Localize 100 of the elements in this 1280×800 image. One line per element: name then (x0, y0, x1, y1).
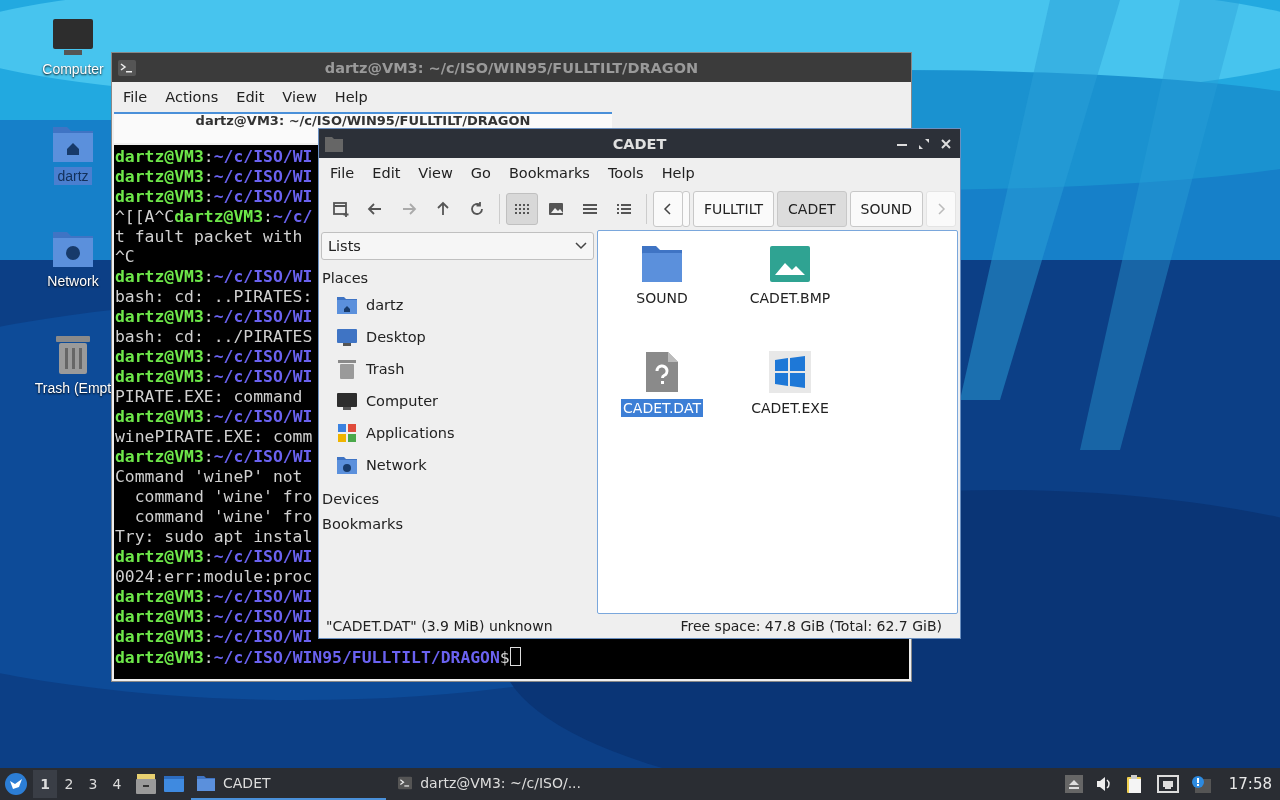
maximize-icon[interactable] (918, 137, 930, 150)
caret-icon (575, 242, 587, 250)
place-item[interactable]: dartz (321, 289, 594, 321)
folder-icon (641, 245, 683, 283)
terminal-line: dartz@VM3:~/c/ISO/WI (115, 447, 313, 467)
place-item[interactable]: Computer (321, 385, 594, 417)
taskbar-button[interactable]: dartz@VM3: ~/c/ISO/... (392, 768, 587, 800)
terminal-line: bash: cd: ..PIRATES: (115, 287, 313, 307)
applications-icon (338, 424, 356, 442)
windows-logo-icon (769, 351, 811, 393)
reload-icon (468, 200, 486, 218)
place-item[interactable]: Trash (321, 353, 594, 385)
thumbnails-view-icon (547, 200, 565, 218)
place-label: dartz (366, 297, 404, 313)
menu-item[interactable]: Edit (363, 165, 410, 181)
file-name[interactable]: CADET.DAT (621, 399, 703, 417)
text-cursor (509, 647, 521, 666)
terminal-line: t fault packet with (115, 227, 303, 247)
close-icon[interactable] (940, 137, 952, 150)
menu-item[interactable]: File (321, 165, 364, 181)
terminal-line: Command 'wineP' not (115, 467, 303, 487)
home-folder-icon (337, 296, 357, 314)
eject-icon[interactable] (1064, 775, 1083, 793)
desktop-icon-label[interactable]: Trash (Empt (31, 379, 115, 397)
desktop-icon-label[interactable]: Network (44, 272, 102, 290)
menu-item[interactable]: Tools (598, 165, 653, 181)
place-label: Trash (366, 361, 405, 377)
place-label: Applications (366, 425, 455, 441)
menu-item[interactable]: File (114, 88, 157, 105)
terminal-line: dartz@VM3:~/c/ISO/WI (115, 267, 313, 287)
network-port-icon[interactable] (1156, 775, 1179, 793)
workspace-button[interactable]: 2 (57, 770, 81, 798)
window-title: dartz@VM3: ~/c/ISO/WIN95/FULLTILT/DRAGON (323, 59, 700, 76)
window-icon[interactable] (163, 774, 185, 794)
terminal-line: ^[[A^Cdartz@VM3:~/c/ (115, 207, 313, 227)
terminal-line: dartz@VM3:~/c/ISO/WI (115, 347, 313, 367)
menu-item[interactable]: Help (325, 88, 377, 105)
terminal-line: dartz@VM3:~/c/ISO/WI (115, 407, 313, 427)
monitor-icon (337, 392, 357, 410)
terminal-line: dartz@VM3:~/c/ISO/WI (115, 307, 313, 327)
terminal-line: dartz@VM3:~/c/ISO/WI (115, 607, 313, 627)
menu-item[interactable]: Actions (156, 88, 228, 105)
section-header[interactable]: Devices (321, 481, 594, 510)
terminal-line: ^C (115, 247, 135, 267)
file-name[interactable]: CADET.BMP (747, 289, 833, 307)
terminal-line: dartz@VM3:~/c/ISO/WI (115, 547, 313, 567)
start-menu-icon[interactable] (5, 773, 27, 795)
monitor-icon (52, 18, 94, 56)
terminal-line: bash: cd: ../PIRATES (115, 327, 313, 347)
file-cabinet-icon[interactable] (135, 773, 157, 795)
place-label: Computer (366, 393, 439, 409)
monitor-icon (337, 328, 357, 346)
path-button[interactable]: SOUND (849, 191, 923, 227)
terminal-line: Try: sudo apt instal (115, 527, 313, 547)
terminal-line: dartz@VM3:~/c/ISO/WI (115, 147, 313, 167)
notification-icon[interactable] (1190, 775, 1211, 793)
terminal-line: PIRATE.EXE: command (115, 387, 303, 407)
menu-item[interactable]: View (409, 165, 462, 181)
chevron-left-icon (663, 202, 673, 216)
terminal-icon (398, 775, 413, 791)
path-button[interactable]: FULLTILT (693, 191, 775, 227)
file-name[interactable]: CADET.EXE (749, 399, 831, 417)
menu-item[interactable]: Go (461, 165, 500, 181)
terminal-icon (118, 59, 136, 76)
terminal-line: command 'wine' fro (133, 507, 313, 527)
place-item[interactable]: Applications (321, 417, 594, 449)
icons-view-button[interactable] (506, 193, 538, 225)
menu-item[interactable]: Help (652, 165, 704, 181)
trash-icon (338, 359, 356, 379)
window-title: CADET (611, 135, 668, 152)
section-header[interactable]: Places (321, 260, 594, 289)
image-icon (769, 245, 811, 283)
terminal-line: dartz@VM3:~/c/ISO/WI (115, 367, 313, 387)
file-name[interactable]: SOUND (634, 289, 690, 307)
folder-icon (197, 775, 215, 791)
free-space-text: Free space: 47.8 GiB (Total: 62.7 GiB) (680, 618, 942, 634)
status-text: "CADET.DAT" (3.9 MiB) unknown (326, 618, 553, 634)
workspace-button[interactable]: 3 (81, 770, 105, 798)
terminal-line: winePIRATE.EXE: comm (115, 427, 313, 447)
network-folder-icon (337, 456, 357, 474)
section-header[interactable]: Bookmarks (321, 510, 594, 535)
place-item[interactable]: Desktop (321, 321, 594, 353)
side-pane-dropdown[interactable]: Lists (321, 232, 594, 260)
folder-icon (325, 135, 343, 152)
menu-item[interactable]: View (273, 88, 326, 105)
scroll-left-button[interactable] (653, 191, 683, 227)
workspace-button[interactable]: 4 (105, 770, 129, 798)
terminal-line: dartz@VM3:~/c/ISO/WI (115, 187, 313, 207)
volume-icon[interactable] (1094, 775, 1113, 793)
workspace-button[interactable]: 1 (33, 770, 57, 798)
terminal-line: command 'wine' fro (133, 487, 313, 507)
trash-icon (55, 333, 91, 375)
path-button[interactable]: CADET (777, 191, 847, 227)
taskbar-button[interactable]: CADET (191, 768, 386, 800)
unknown-file-icon (645, 351, 679, 393)
menu-item[interactable]: Bookmarks (499, 165, 599, 181)
chevron-right-icon (936, 202, 946, 216)
place-item[interactable]: Network (321, 449, 594, 481)
menu-item[interactable]: Edit (227, 88, 274, 105)
clock: 17:58 (1228, 775, 1272, 793)
